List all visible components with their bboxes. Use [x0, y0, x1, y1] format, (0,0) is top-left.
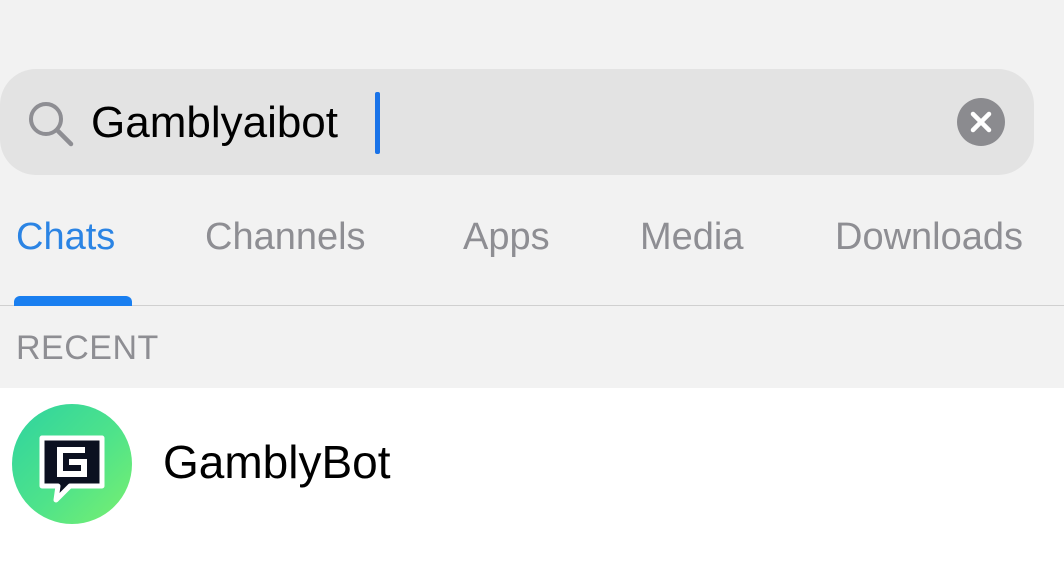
close-icon — [970, 111, 992, 133]
search-tabs: Chats Channels Apps Media Downloads — [0, 200, 1064, 306]
search-screen: Gamblyaibot Chats Channels Apps Media Do… — [0, 0, 1064, 582]
text-caret — [375, 92, 380, 154]
tab-apps[interactable]: Apps — [463, 213, 550, 261]
clear-search-button[interactable] — [957, 98, 1005, 146]
section-header: RECENT — [0, 306, 1064, 388]
active-tab-indicator — [14, 296, 132, 306]
tab-channels[interactable]: Channels — [205, 213, 366, 261]
gambly-logo-icon — [39, 435, 105, 503]
tab-media[interactable]: Media — [640, 213, 744, 261]
tab-chats[interactable]: Chats — [16, 213, 115, 261]
results-list: GamblyBot — [0, 388, 1064, 582]
search-input[interactable]: Gamblyaibot — [91, 92, 338, 154]
search-icon — [26, 99, 74, 147]
section-title: RECENT — [16, 329, 159, 367]
avatar — [12, 404, 132, 524]
list-item[interactable]: GamblyBot — [0, 388, 1064, 538]
chat-name: GamblyBot — [163, 436, 391, 488]
tab-downloads[interactable]: Downloads — [835, 213, 1023, 261]
